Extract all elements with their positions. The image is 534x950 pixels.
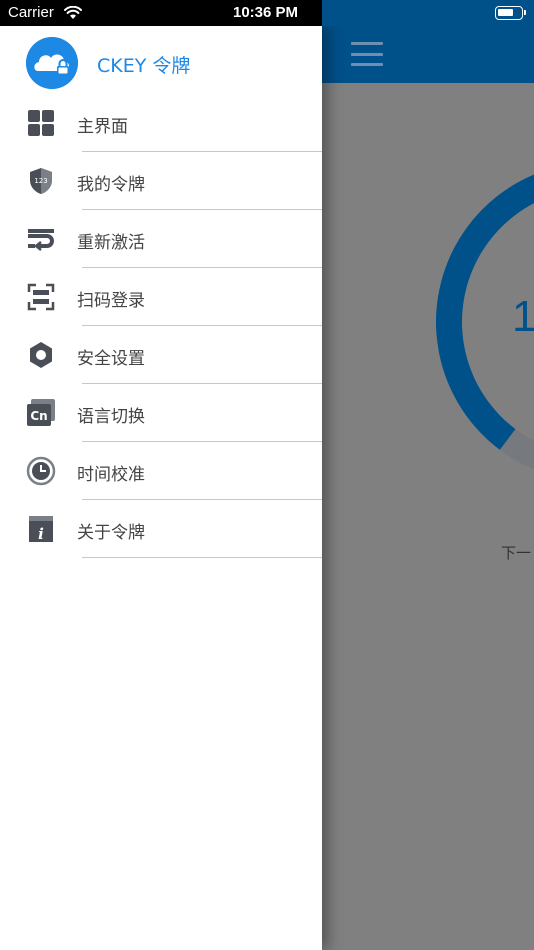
cloud-lock-logo-icon <box>26 37 78 89</box>
menu-line <box>351 63 383 66</box>
menu-item-about[interactable]: i 关于令牌 <box>0 500 322 558</box>
drawer-header: CKEY 令牌 <box>0 26 322 100</box>
menu-item-label: 主界面 <box>77 117 128 137</box>
menu-line <box>351 52 383 56</box>
menu-item-label: 时间校准 <box>77 465 145 485</box>
svg-text:i: i <box>38 525 44 543</box>
reactivate-icon <box>28 229 54 251</box>
menu-item-label: 扫码登录 <box>77 291 145 311</box>
clock-time: 10:36 PM <box>233 4 299 21</box>
divider <box>82 557 322 558</box>
menu-item-label: 我的令牌 <box>77 175 145 195</box>
scan-icon <box>27 283 55 311</box>
menu-item-my-tokens[interactable]: 123 我的令牌 <box>0 152 322 210</box>
menu-item-label: 关于令牌 <box>77 523 145 543</box>
token-code-text: 1 <box>512 292 534 341</box>
menu-item-label: 语言切换 <box>77 407 145 427</box>
menu-item-scan-login[interactable]: 扫码登录 <box>0 268 322 326</box>
clock-icon <box>26 456 56 486</box>
status-bar: Carrier 10:36 PM <box>0 0 534 26</box>
navigation-drawer: CKEY 令牌 主界面 123 我的令牌 重新激活 扫码登录 安全设置 Cn 语… <box>0 26 322 950</box>
menu-item-reactivate[interactable]: 重新激活 <box>0 210 322 268</box>
grid-icon <box>28 110 54 136</box>
menu-item-home[interactable]: 主界面 <box>0 94 322 152</box>
language-cn-icon: Cn <box>27 399 55 426</box>
carrier-label: Carrier <box>8 4 54 21</box>
menu-item-label: 安全设置 <box>77 349 145 369</box>
svg-text:Cn: Cn <box>30 409 47 423</box>
menu-item-time-calibration[interactable]: 时间校准 <box>0 442 322 500</box>
shield-123-icon: 123 <box>30 168 52 194</box>
battery-icon <box>495 6 526 20</box>
next-refresh-label: 下一 <box>501 544 532 562</box>
battery-level-fill <box>498 9 513 16</box>
info-icon: i <box>29 516 53 543</box>
hamburger-menu-button[interactable] <box>351 42 383 66</box>
hexagon-settings-icon <box>30 342 52 368</box>
menu-line <box>351 42 383 45</box>
wifi-icon <box>64 6 82 19</box>
svg-text:123: 123 <box>34 177 47 185</box>
menu-item-security-settings[interactable]: 安全设置 <box>0 326 322 384</box>
menu-item-language-switch[interactable]: Cn 语言切换 <box>0 384 322 442</box>
app-title: CKEY 令牌 <box>97 55 191 77</box>
menu-item-label: 重新激活 <box>77 233 145 253</box>
